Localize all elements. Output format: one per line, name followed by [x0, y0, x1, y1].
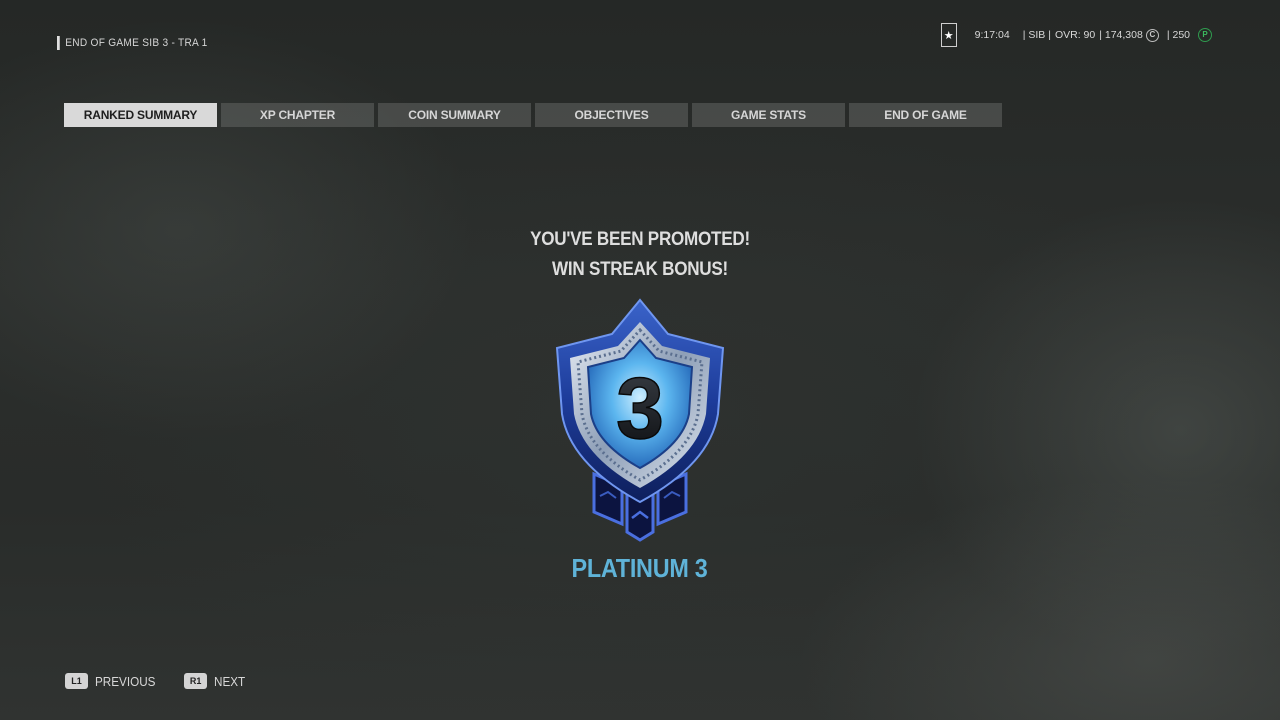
player-info-bar: ★ 9:17:04 | SIB | OVR: 90 | 174,308 C | … — [940, 23, 1212, 47]
player-ovr: OVR: 90 — [1054, 29, 1096, 41]
r1-button-icon: R1 — [184, 673, 208, 689]
l1-button-icon: L1 — [65, 673, 88, 689]
points-balance: | 250 — [1166, 29, 1190, 41]
clock-time: 9:17:04 — [974, 29, 1010, 41]
tab-coin-summary[interactable]: COIN SUMMARY — [378, 103, 531, 127]
coin-balance: | 174,308 — [1099, 29, 1143, 41]
bottom-nav: L1 PREVIOUS R1 NEXT — [65, 673, 271, 689]
rank-name: PLATINUM 3 — [0, 553, 1280, 584]
star-icon: ★ — [940, 23, 957, 47]
previous-button[interactable]: L1 PREVIOUS — [65, 673, 162, 689]
game-mode-title: END OF GAME SIB 3 - TRA 1 — [57, 36, 208, 50]
coin-icon: C — [1145, 28, 1159, 42]
player-tag: | SIB | — [1022, 29, 1051, 41]
mode-title-text: END OF GAME SIB 3 - TRA 1 — [65, 37, 208, 49]
tab-objectives[interactable]: OBJECTIVES — [535, 103, 688, 127]
tab-end-of-game[interactable]: END OF GAME — [849, 103, 1002, 127]
tab-ranked-summary[interactable]: RANKED SUMMARY — [64, 103, 217, 127]
rank-name-text: PLATINUM 3 — [572, 553, 708, 583]
tab-xp-chapter[interactable]: XP CHAPTER — [221, 103, 374, 127]
bonus-line: WIN STREAK BONUS! — [552, 259, 728, 280]
badge-number: 3 — [616, 361, 664, 457]
points-icon: P — [1198, 28, 1212, 42]
previous-label: PREVIOUS — [95, 673, 156, 689]
promotion-message: YOU'VE BEEN PROMOTED! WIN STREAK BONUS! — [0, 225, 1280, 285]
platinum-rank-badge-icon: 3 — [555, 298, 725, 542]
tab-game-stats[interactable]: GAME STATS — [692, 103, 845, 127]
title-accent-bar — [57, 36, 60, 50]
promotion-line: YOU'VE BEEN PROMOTED! — [530, 229, 750, 250]
next-label: NEXT — [214, 673, 246, 689]
summary-tabs: RANKED SUMMARY XP CHAPTER COIN SUMMARY O… — [64, 103, 1002, 127]
next-button[interactable]: R1 NEXT — [184, 673, 249, 689]
